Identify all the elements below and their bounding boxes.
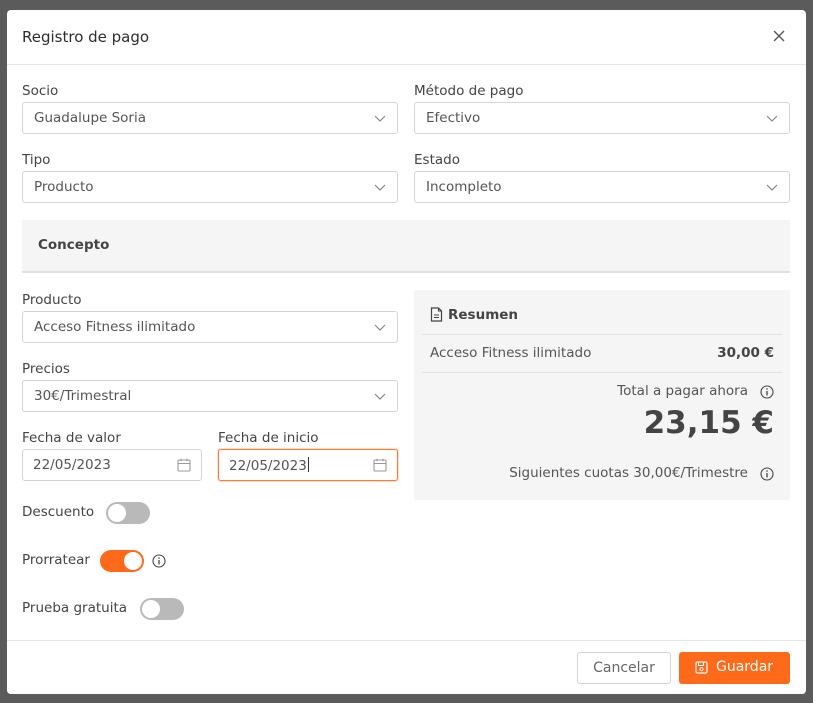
chevron-down-icon bbox=[374, 324, 386, 331]
payment-registration-modal: Registro de pago Socio Guadalupe Soria M… bbox=[7, 10, 806, 694]
calendar-icon bbox=[373, 458, 387, 472]
close-icon bbox=[773, 30, 785, 42]
info-icon[interactable] bbox=[760, 385, 774, 399]
divider bbox=[422, 372, 782, 373]
metodo-pago-select[interactable]: Efectivo bbox=[414, 102, 790, 134]
chevron-down-icon bbox=[374, 393, 386, 400]
fecha-inicio-label: Fecha de inicio bbox=[218, 430, 319, 446]
fecha-valor-input[interactable]: 22/05/2023 bbox=[22, 449, 202, 481]
prorratear-label: Prorratear bbox=[22, 552, 90, 568]
metodo-pago-label: Método de pago bbox=[414, 83, 524, 99]
chevron-down-icon bbox=[766, 184, 778, 191]
toggle-knob bbox=[108, 504, 126, 522]
precios-label: Precios bbox=[22, 361, 70, 377]
total-label: Total a pagar ahora bbox=[617, 383, 748, 399]
descuento-toggle[interactable] bbox=[106, 502, 150, 524]
socio-select[interactable]: Guadalupe Soria bbox=[22, 102, 398, 134]
estado-label: Estado bbox=[414, 152, 460, 168]
divider bbox=[422, 334, 782, 335]
toggle-knob bbox=[124, 552, 142, 570]
fecha-inicio-value: 22/05/2023 bbox=[229, 458, 307, 474]
fecha-inicio-value-wrap: 22/05/2023 bbox=[229, 457, 309, 474]
summary-item-price: 30,00 € bbox=[717, 345, 774, 361]
fecha-valor-value: 22/05/2023 bbox=[33, 457, 111, 473]
socio-label: Socio bbox=[22, 83, 59, 99]
producto-select[interactable]: Acceso Fitness ilimitado bbox=[22, 311, 398, 343]
modal-footer: Cancelar Guardar bbox=[7, 640, 806, 694]
save-icon bbox=[695, 661, 708, 674]
close-button[interactable] bbox=[770, 27, 788, 45]
fecha-inicio-input[interactable]: 22/05/2023 bbox=[218, 449, 398, 481]
fecha-valor-label: Fecha de valor bbox=[22, 430, 121, 446]
modal-title: Registro de pago bbox=[22, 28, 150, 46]
tipo-value: Producto bbox=[34, 179, 94, 195]
socio-value: Guadalupe Soria bbox=[34, 110, 147, 126]
tipo-label: Tipo bbox=[22, 152, 51, 168]
save-button[interactable]: Guardar bbox=[679, 652, 790, 684]
summary-item-name: Acceso Fitness ilimitado bbox=[430, 345, 592, 361]
next-installments-label: Siguientes cuotas 30,00€/Trimestre bbox=[509, 465, 748, 481]
info-icon[interactable] bbox=[760, 467, 774, 481]
prueba-gratuita-label: Prueba gratuita bbox=[22, 600, 128, 616]
prorratear-toggle[interactable] bbox=[100, 550, 144, 572]
total-value: 23,15 € bbox=[643, 405, 774, 441]
concepto-section-header: Concepto bbox=[22, 220, 790, 273]
modal-header: Registro de pago bbox=[7, 10, 806, 65]
toggle-knob bbox=[142, 600, 160, 618]
concepto-heading: Concepto bbox=[38, 237, 110, 253]
cancel-button-label: Cancelar bbox=[593, 660, 655, 676]
precios-value: 30€/Trimestral bbox=[34, 388, 132, 404]
metodo-pago-value: Efectivo bbox=[426, 110, 481, 126]
chevron-down-icon bbox=[766, 115, 778, 122]
descuento-label: Descuento bbox=[22, 504, 95, 520]
info-icon[interactable] bbox=[152, 554, 166, 568]
producto-value: Acceso Fitness ilimitado bbox=[34, 319, 196, 335]
prueba-gratuita-toggle[interactable] bbox=[140, 598, 184, 620]
precios-select[interactable]: 30€/Trimestral bbox=[22, 380, 398, 412]
estado-select[interactable]: Incompleto bbox=[414, 171, 790, 203]
summary-title: Resumen bbox=[448, 307, 519, 323]
cancel-button[interactable]: Cancelar bbox=[577, 652, 671, 684]
chevron-down-icon bbox=[374, 184, 386, 191]
producto-label: Producto bbox=[22, 292, 82, 308]
calendar-icon bbox=[177, 458, 191, 472]
save-button-label: Guardar bbox=[716, 659, 774, 675]
estado-value: Incompleto bbox=[426, 179, 502, 195]
summary-panel: Resumen Acceso Fitness ilimitado 30,00 €… bbox=[414, 290, 790, 500]
tipo-select[interactable]: Producto bbox=[22, 171, 398, 203]
text-caret bbox=[307, 457, 309, 472]
chevron-down-icon bbox=[374, 115, 386, 122]
document-icon bbox=[430, 307, 443, 322]
